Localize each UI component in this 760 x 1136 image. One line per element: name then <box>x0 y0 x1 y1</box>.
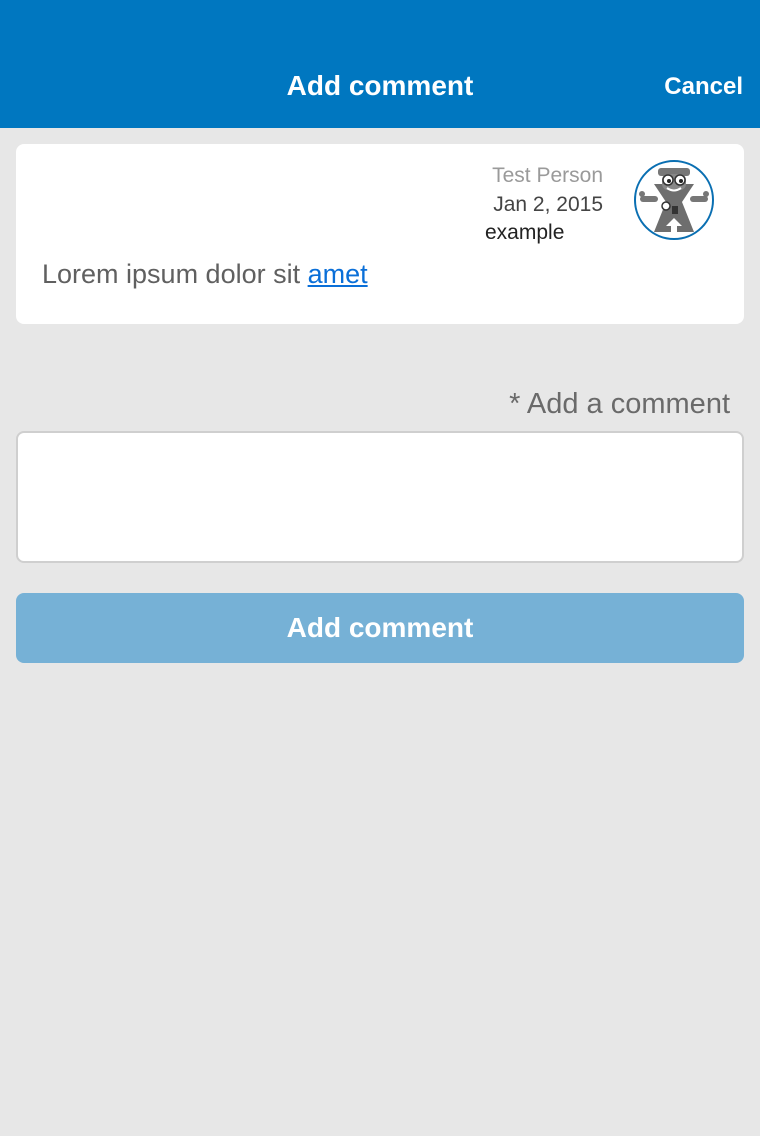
comment-meta: Test Person Jan 2, 2015 example <box>485 162 635 246</box>
comment-field-label: * Add a comment <box>509 388 730 420</box>
robot-mascot-icon <box>639 168 709 234</box>
comment-body: Lorem ipsum dolor sit amet <box>42 256 368 292</box>
avatar <box>634 160 714 240</box>
comment-author: Test Person <box>492 164 603 187</box>
top-bar: Add comment Cancel <box>0 0 760 128</box>
cancel-button[interactable]: Cancel <box>664 70 743 104</box>
comment-date: Jan 2, 2015 <box>493 193 603 216</box>
comment-tag: example <box>485 221 565 244</box>
comment-card: Test Person Jan 2, 2015 example Lorem ip… <box>16 144 744 324</box>
page-title: Add comment <box>286 70 474 101</box>
add-comment-button[interactable]: Add comment <box>16 593 744 663</box>
comment-text: Lorem ipsum dolor sit <box>42 259 308 289</box>
comment-input[interactable] <box>16 431 744 563</box>
comment-link[interactable]: amet <box>308 259 368 289</box>
